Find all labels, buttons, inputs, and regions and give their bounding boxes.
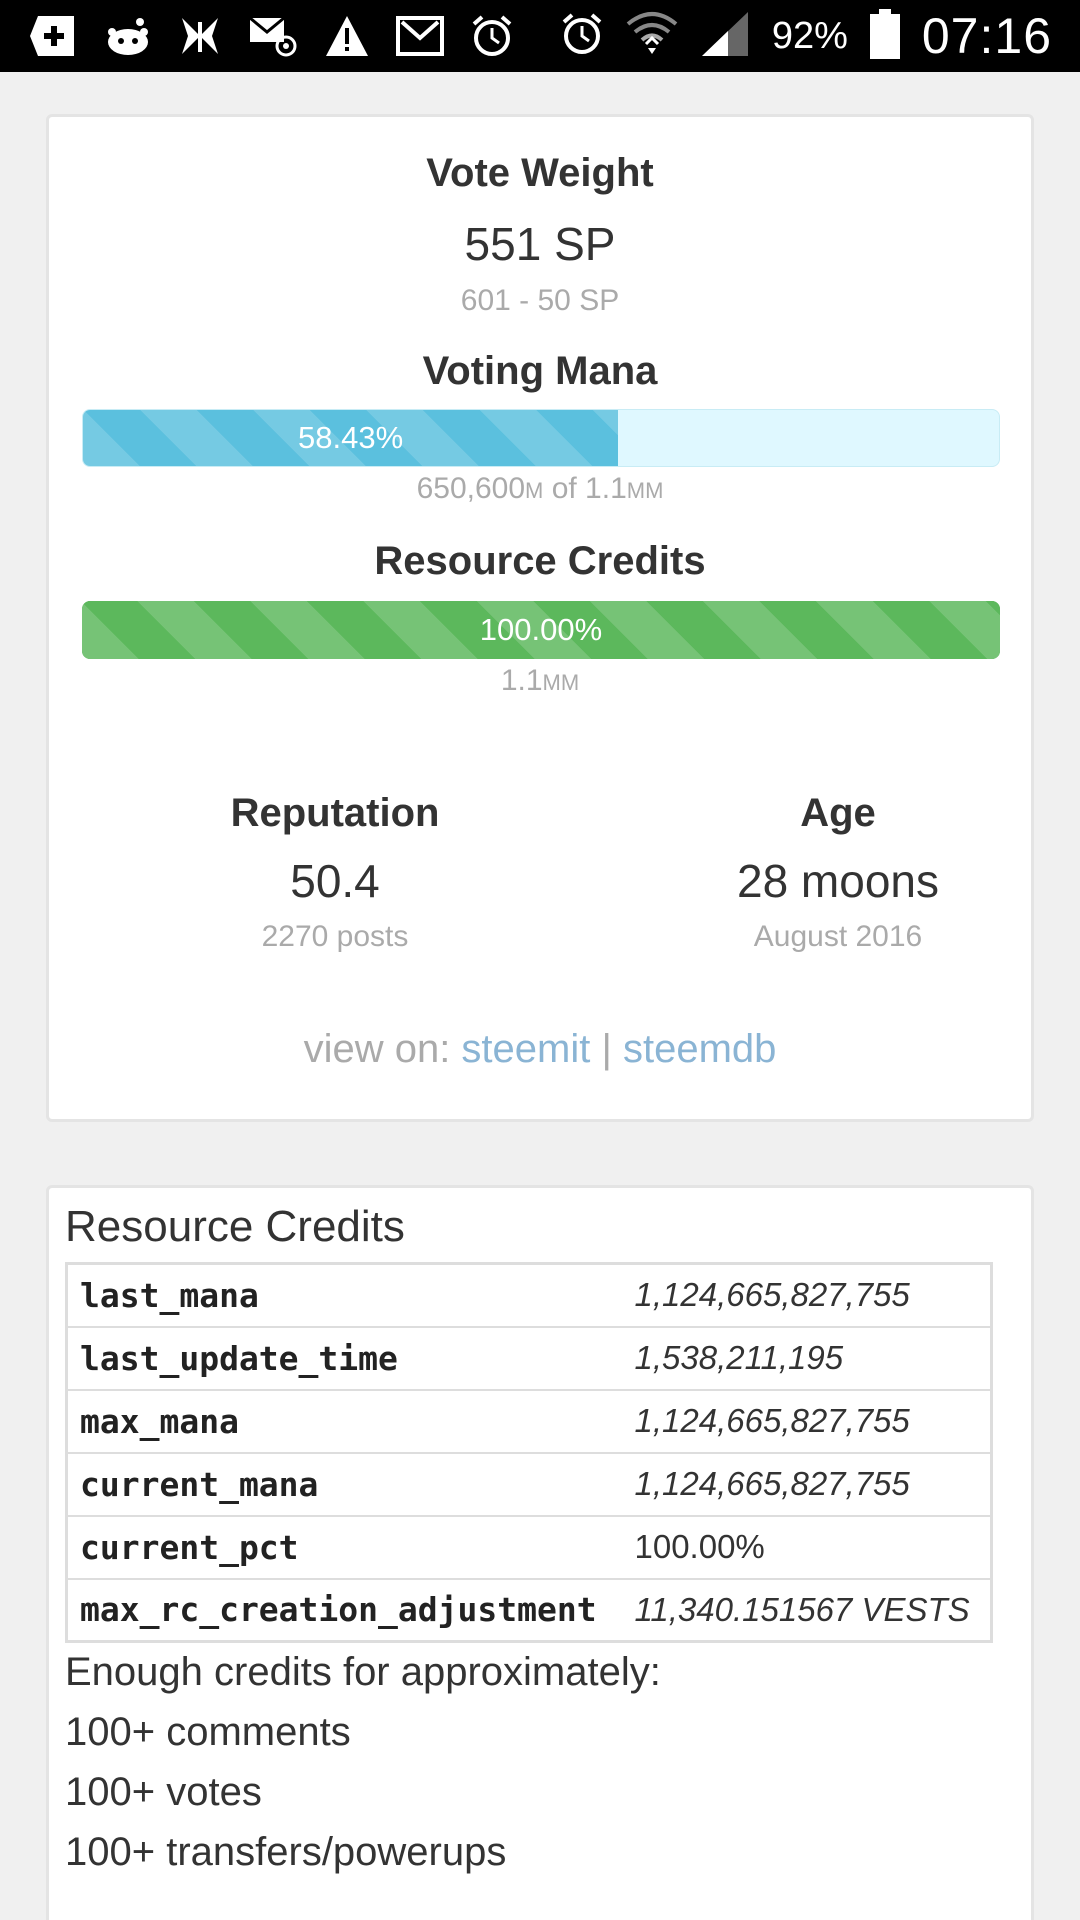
voting-mana-fill: 58.43%	[83, 410, 619, 466]
warning-icon	[324, 14, 370, 58]
table-row: last_update_time 1,538,211,195	[66, 1325, 992, 1390]
system-status-icons: 92% 07:16	[560, 8, 1052, 64]
add-box-icon	[28, 14, 78, 58]
row-value: 11,340.151567 VESTS	[626, 1577, 992, 1642]
resource-credits-percent: 100.00%	[479, 612, 603, 647]
voting-mana-percent: 58.43%	[298, 420, 404, 455]
vote-weight-title: Vote Weight	[426, 151, 654, 195]
steemdb-link[interactable]: steemdb	[623, 1027, 776, 1071]
approx-comments: 100+ comments	[65, 1710, 351, 1754]
vote-weight-value: 551 SP	[464, 218, 616, 270]
reputation-title: Reputation	[230, 791, 440, 835]
voting-mana-progress-bar: 58.43%	[82, 409, 1000, 467]
reputation-block: Reputation 50.4 2270 posts	[135, 791, 535, 954]
row-value: 100.00%	[626, 1514, 992, 1579]
age-title: Age	[800, 791, 876, 835]
reputation-value: 50.4	[290, 855, 380, 907]
row-key: max_mana	[66, 1388, 627, 1453]
clock: 07:16	[921, 8, 1052, 64]
table-row: max_mana 1,124,665,827,755	[66, 1388, 992, 1453]
battery-icon	[869, 8, 900, 64]
view-on-links: view on: steemit | steemdb	[49, 1027, 1031, 1072]
row-value: 1,124,665,827,755	[626, 1262, 992, 1327]
table-row: max_rc_creation_adjustment 11,340.151567 …	[66, 1577, 992, 1642]
resource-credits-card: Resource Credits last_mana 1,124,665,827,…	[46, 1185, 1034, 1920]
link-separator: |	[601, 1027, 612, 1071]
status-bar: 92% 07:16	[0, 0, 1080, 72]
row-key: last_update_time	[66, 1325, 627, 1390]
alarm-icon	[560, 12, 604, 61]
notification-icons	[28, 12, 514, 60]
email-at-icon	[248, 14, 298, 58]
table-row: current_pct 100.00%	[66, 1514, 992, 1579]
age-value: 28 moons	[736, 855, 939, 907]
row-value: 1,124,665,827,755	[626, 1388, 992, 1453]
resource-credits-fill: 100.00%	[82, 601, 1000, 659]
approx-votes: 100+ votes	[65, 1770, 262, 1814]
alarm-icon	[470, 14, 514, 58]
view-on-label: view on:	[303, 1027, 462, 1071]
account-summary-card: Vote Weight 551 SP 601 - 50 SP Voting Ma…	[46, 114, 1034, 1122]
row-key: max_rc_creation_adjustment	[66, 1577, 627, 1642]
resource-credits-panel-title: Resource Credits	[65, 1202, 405, 1251]
post-count: 2270 posts	[261, 920, 409, 953]
resource-credits-progress-bar: 100.00%	[82, 601, 1000, 659]
resource-credits-title: Resource Credits	[374, 539, 706, 583]
approx-heading: Enough credits for approximately:	[65, 1650, 661, 1694]
approx-transfers: 100+ transfers/powerups	[65, 1830, 507, 1874]
steemit-link[interactable]: steemit	[461, 1027, 590, 1071]
voting-mana-title: Voting Mana	[422, 349, 658, 393]
table-row: last_mana 1,124,665,827,755	[66, 1262, 992, 1327]
resource-credits-table: last_mana 1,124,665,827,755 last_update_t…	[65, 1262, 993, 1643]
age-block: Age 28 moons August 2016	[638, 791, 1038, 954]
wifi-icon	[626, 10, 678, 63]
row-value: 1,124,665,827,755	[626, 1451, 992, 1516]
vote-weight-breakdown: 601 - 50 SP	[460, 284, 620, 317]
join-date: August 2016	[753, 920, 923, 953]
row-key: last_mana	[66, 1262, 627, 1327]
battery-percent: 92%	[771, 14, 848, 57]
reddit-icon	[104, 14, 152, 58]
row-key: current_pct	[66, 1514, 627, 1579]
voting-mana-amount: 650,600M of 1.1MM	[416, 472, 664, 505]
signal-icon	[700, 10, 750, 63]
butterfly-icon	[178, 14, 222, 58]
row-value: 1,538,211,195	[626, 1325, 992, 1390]
table-row: current_mana 1,124,665,827,755	[66, 1451, 992, 1516]
gmail-icon	[396, 14, 444, 58]
row-key: current_mana	[66, 1451, 627, 1516]
resource-credits-amount: 1.1MM	[500, 664, 580, 697]
